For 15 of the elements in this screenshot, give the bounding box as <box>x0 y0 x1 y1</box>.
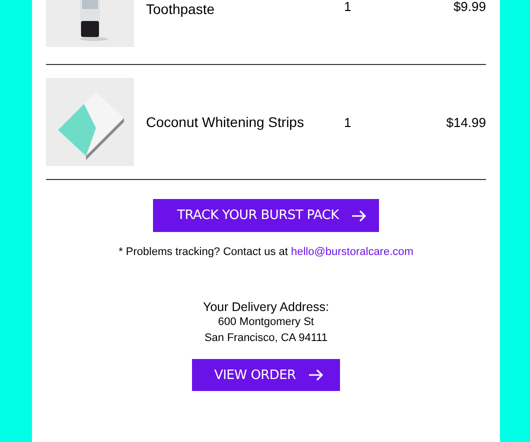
price: $9.99 <box>453 0 486 13</box>
quantity: 1 <box>344 0 352 13</box>
delivery-heading: Your Delivery Address: <box>203 300 329 314</box>
product-name: Toothpaste <box>146 1 216 17</box>
help-note: * Problems tracking? Contact us at hello@burstoralcare.com <box>118 246 414 258</box>
quantity: 1 <box>344 114 352 130</box>
arrow-icon <box>308 369 324 381</box>
arrow-icon <box>350 210 367 222</box>
address-line: San Francisco, CA 94111 <box>204 331 328 346</box>
view-order-button[interactable]: VIEW ORDER <box>192 359 340 391</box>
track-button[interactable]: TRACK YOUR BURST PACK <box>153 199 379 232</box>
address-line: 600 Montgomery St <box>218 315 314 330</box>
email-link[interactable]: hello@burstoralcare.com <box>290 246 414 258</box>
product-name: Coconut Whitening Strips <box>146 114 305 130</box>
price: $14.99 <box>446 114 486 130</box>
